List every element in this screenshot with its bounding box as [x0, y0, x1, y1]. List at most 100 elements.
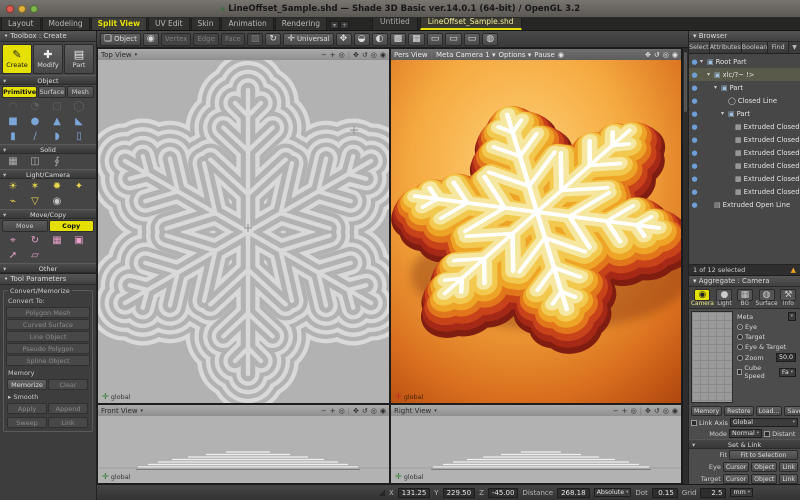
move-copy-tab-move[interactable]: Move: [2, 220, 48, 232]
disc-icon[interactable]: ◗: [46, 129, 68, 144]
visibility-toggle-icon[interactable]: ●: [689, 84, 700, 92]
duplicate-icon[interactable]: ▦: [46, 233, 68, 248]
zoom-out-icon[interactable]: −: [613, 407, 619, 415]
spot-light-icon[interactable]: ✶: [24, 179, 46, 194]
zoom-tool-icon[interactable]: ◎: [663, 407, 669, 415]
aggregate-tab-bg[interactable]: ▦BG: [735, 289, 754, 307]
aggregate-tab-light[interactable]: ●Light: [715, 289, 734, 307]
view-menu-icon[interactable]: ▾: [434, 408, 437, 414]
toolbox-header[interactable]: • Toolbox : Create: [0, 31, 96, 42]
smooth-label[interactable]: ▸ Smooth: [6, 391, 90, 402]
distant-checkbox[interactable]: [764, 431, 770, 437]
section-light-camera[interactable]: ▾Light/Camera: [0, 169, 96, 179]
tree-row-extruded-closed[interactable]: ●▦Extruded Closed: [689, 133, 800, 146]
tree-row-extruded-closed[interactable]: ●▦Extruded Closed: [689, 185, 800, 198]
pers-pause-button[interactable]: Pause: [534, 51, 555, 59]
x-value[interactable]: 131.25: [398, 488, 431, 498]
section-solid[interactable]: ▾Solid: [0, 144, 96, 154]
area-light-icon[interactable]: ▽: [24, 194, 46, 209]
expand-arrow-icon[interactable]: ▾: [721, 110, 728, 117]
unit-dropdown[interactable]: mm▾: [730, 488, 753, 497]
target-cursor-button[interactable]: Cursor: [723, 474, 749, 484]
eye-object-button[interactable]: Object: [751, 462, 777, 472]
expand-arrow-icon[interactable]: ▾: [714, 84, 721, 91]
translate-icon[interactable]: ⌖: [2, 233, 24, 248]
tree-row-part[interactable]: ●▾▣Part: [689, 107, 800, 120]
browser-tab-find[interactable]: Find: [768, 42, 789, 53]
tree-row-extruded-closed[interactable]: ●▦Extruded Closed: [689, 159, 800, 172]
zoom-tool-icon[interactable]: ◎: [663, 51, 669, 59]
zoom-value-field[interactable]: 50.0: [776, 353, 796, 362]
workspace-tab-animation[interactable]: Animation: [221, 17, 273, 30]
tree-row-closed-line[interactable]: ●◯Closed Line: [689, 94, 800, 107]
visibility-toggle-icon[interactable]: ●: [689, 71, 700, 79]
meta-dropdown[interactable]: ▾: [788, 312, 796, 321]
view-layout-c-button[interactable]: ▭: [464, 33, 481, 46]
tree-row-part[interactable]: ●▾▣Part: [689, 81, 800, 94]
eye-cursor-button[interactable]: Cursor: [723, 462, 749, 472]
top-view-label[interactable]: Top View: [101, 51, 132, 59]
workspace-tab-uv-edit[interactable]: UV Edit: [148, 17, 190, 30]
target-link-button[interactable]: Link: [779, 474, 798, 484]
floor-light-icon[interactable]: ⌁: [2, 194, 24, 209]
minimize-window-button[interactable]: [18, 5, 26, 13]
line-icon[interactable]: ∕: [24, 129, 46, 144]
rotate-view-icon[interactable]: ↺: [654, 407, 660, 415]
visibility-toggle-icon[interactable]: ●: [689, 162, 700, 170]
render-camera-button[interactable]: ◉: [143, 33, 159, 46]
object-tab-primitive[interactable]: Primitive: [2, 86, 37, 98]
pan-icon[interactable]: ✥: [645, 51, 651, 59]
set-link-section[interactable]: ▾Set & Link: [689, 439, 800, 449]
visibility-toggle-icon[interactable]: ●: [689, 123, 700, 131]
aggregate-tab-surface[interactable]: ◍Surface: [756, 289, 778, 307]
browser-tab-boolean[interactable]: Boolean: [742, 42, 769, 53]
cone-icon[interactable]: ▲: [46, 114, 68, 129]
visibility-toggle-icon[interactable]: ●: [689, 136, 700, 144]
object-tab-mesh[interactable]: Mesh: [67, 86, 94, 98]
zoom-tool-icon[interactable]: ◎: [371, 407, 377, 415]
y-value[interactable]: 229.50: [443, 488, 476, 498]
radio-eye-target[interactable]: [737, 344, 743, 350]
sphere-icon[interactable]: ●: [24, 114, 46, 129]
scrollbar-handle[interactable]: [684, 52, 687, 112]
tree-row-extruded-closed[interactable]: ●▦Extruded Closed: [689, 146, 800, 159]
directional-light-icon[interactable]: ✹: [46, 179, 68, 194]
box-wire-icon[interactable]: ▦: [2, 154, 24, 169]
shear-icon[interactable]: ▱: [24, 248, 46, 263]
rotate-tool-button[interactable]: ↻: [265, 33, 281, 46]
rotate-view-icon[interactable]: ↺: [362, 51, 368, 59]
pers-camera-select[interactable]: Meta Camera 1 ▾: [436, 51, 496, 59]
sweep-icon[interactable]: ∮: [46, 154, 68, 169]
tree-row-xlc[interactable]: ●▾▣xlc/?~ !>: [689, 68, 800, 81]
pan-icon[interactable]: ✥: [645, 407, 651, 415]
pan-icon[interactable]: ✥: [353, 51, 359, 59]
sun-light-icon[interactable]: ☀: [2, 179, 24, 194]
workspace-add-icon[interactable]: +: [340, 21, 349, 29]
link-axis-checkbox[interactable]: [691, 420, 697, 426]
visibility-toggle-icon[interactable]: ●: [689, 175, 700, 183]
mode-button-create[interactable]: ✎Create: [2, 44, 32, 74]
object-tab-surface[interactable]: Surface: [38, 86, 65, 98]
filter-icon[interactable]: ▼: [789, 42, 800, 53]
target-object-button[interactable]: Object: [751, 474, 777, 484]
front-view-label[interactable]: Front View: [101, 407, 138, 415]
view-menu-icon[interactable]: ▾: [141, 408, 144, 414]
camera-object-icon[interactable]: ◉: [46, 194, 68, 209]
camera-save-button[interactable]: Save...: [784, 406, 800, 416]
fit-to-selection-button[interactable]: Fit to Selection: [729, 450, 798, 460]
rotate-view-icon[interactable]: ↺: [654, 51, 660, 59]
resize-corner[interactable]: ◢: [97, 488, 385, 497]
camera-view-icon[interactable]: ◉: [672, 407, 678, 415]
camera-preview[interactable]: [691, 311, 733, 403]
visibility-toggle-icon[interactable]: ●: [689, 149, 700, 157]
section-move-copy[interactable]: ▾Move/Copy: [0, 209, 96, 219]
pers-refresh-icon[interactable]: ◉: [558, 51, 564, 59]
zoom-window-button[interactable]: [30, 5, 38, 13]
workspace-tab-rendering[interactable]: Rendering: [275, 17, 327, 30]
front-view-canvas[interactable]: ✛ global: [98, 416, 389, 483]
browser-header[interactable]: ▾ Browser: [689, 31, 800, 42]
view-menu-icon[interactable]: ▾: [135, 52, 138, 58]
mode-button-modify[interactable]: ✚Modify: [33, 44, 63, 74]
mirror-mode-button[interactable]: ◐: [372, 33, 388, 46]
tree-row-extruded-closed[interactable]: ●▦Extruded Closed: [689, 120, 800, 133]
